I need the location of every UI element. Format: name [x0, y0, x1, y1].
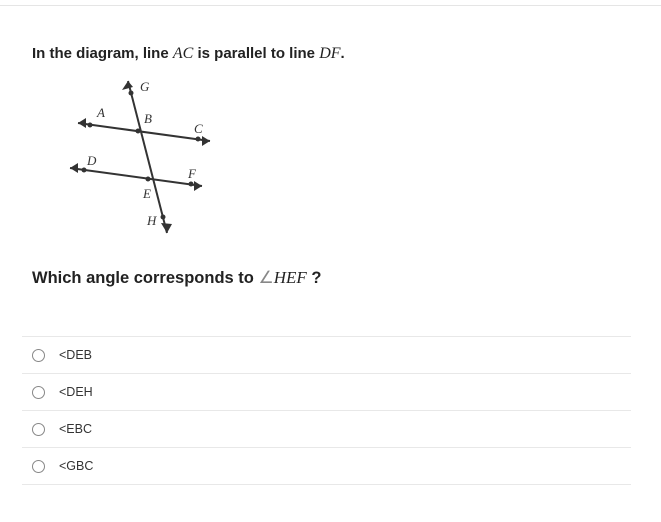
option-label: <EBC: [59, 422, 92, 436]
question-intro: In the diagram, line AC is parallel to l…: [32, 45, 631, 63]
option-label: <DEB: [59, 348, 92, 362]
intro-df: DF: [319, 45, 340, 62]
label-e: E: [142, 186, 151, 201]
option-label: <GBC: [59, 459, 93, 473]
label-h: H: [146, 213, 157, 228]
option-row[interactable]: <EBC: [22, 410, 631, 447]
radio-icon[interactable]: [32, 349, 45, 362]
intro-ac: AC: [173, 45, 193, 62]
option-row[interactable]: <DEB: [22, 336, 631, 373]
question-prompt: Which angle corresponds to ∠HEF ?: [32, 268, 631, 288]
label-f: F: [187, 166, 197, 181]
label-d: D: [86, 153, 97, 168]
label-c: C: [194, 121, 203, 136]
radio-icon[interactable]: [32, 386, 45, 399]
radio-icon[interactable]: [32, 423, 45, 436]
answer-options: <DEB <DEH <EBC <GBC: [22, 336, 631, 485]
label-g: G: [140, 79, 150, 94]
option-row[interactable]: <DEH: [22, 373, 631, 410]
question-block: In the diagram, line AC is parallel to l…: [0, 0, 661, 495]
prompt-suffix: ?: [307, 269, 322, 287]
option-row[interactable]: <GBC: [22, 447, 631, 485]
angle-symbol: ∠: [258, 268, 273, 287]
intro-suffix: .: [341, 45, 345, 62]
geometry-diagram: A B C D E F G H: [50, 73, 230, 248]
option-label: <DEH: [59, 385, 93, 399]
prompt-prefix: Which angle corresponds to: [32, 269, 258, 287]
intro-prefix: In the diagram, line: [32, 45, 173, 62]
label-b: B: [144, 111, 152, 126]
intro-mid: is parallel to line: [193, 45, 319, 62]
radio-icon[interactable]: [32, 460, 45, 473]
label-a: A: [96, 105, 105, 120]
prompt-hef: HEF: [274, 268, 307, 287]
